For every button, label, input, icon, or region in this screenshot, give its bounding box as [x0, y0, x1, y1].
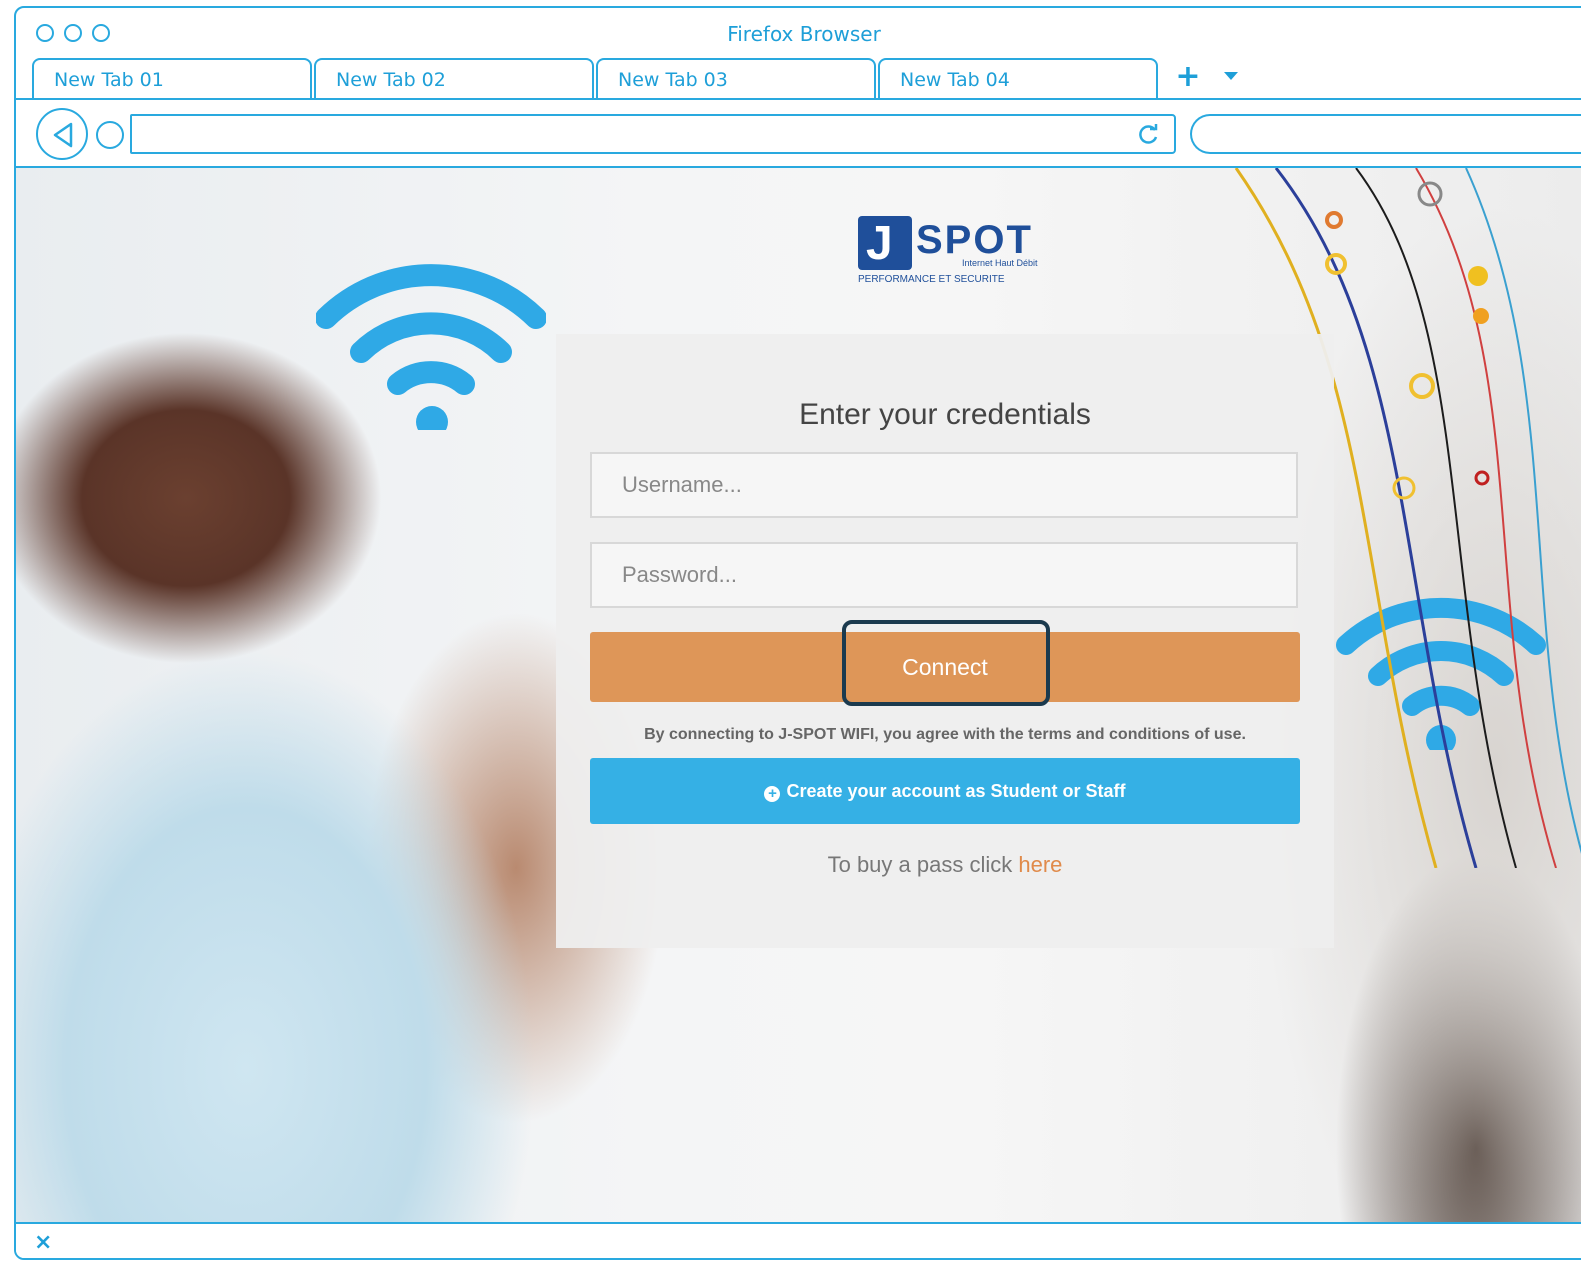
address-bar[interactable]: [130, 114, 1176, 154]
back-arrow-icon: [53, 122, 73, 148]
forward-button[interactable]: [96, 121, 124, 149]
buy-pass-link[interactable]: here: [1018, 852, 1062, 877]
close-icon[interactable]: ×: [34, 1230, 52, 1255]
password-input[interactable]: [590, 542, 1298, 608]
reload-icon[interactable]: [1138, 124, 1160, 146]
wifi-icon-large: [316, 264, 546, 430]
terms-text: By connecting to J-SPOT WIFI, you agree …: [644, 726, 1246, 743]
plus-circle-icon: +: [764, 785, 781, 802]
jspot-logo: J SPOT Internet Haut Débit PERFORMANCE E…: [858, 208, 1038, 292]
login-card: Enter your credentials Connect By connec…: [556, 334, 1334, 948]
login-title: Enter your credentials: [799, 398, 1091, 431]
tab-1[interactable]: New Tab 01: [32, 58, 312, 100]
toolbar-divider: [16, 98, 1581, 100]
logo-letter: J: [866, 217, 893, 270]
buy-pass-text: To buy a pass click here: [556, 852, 1334, 878]
connect-button[interactable]: Connect: [590, 632, 1300, 702]
create-account-label: Create your account as Student or Staff: [786, 780, 1126, 801]
page-viewport: J SPOT Internet Haut Débit PERFORMANCE E…: [16, 168, 1581, 1222]
browser-window: Firefox Browser New Tab 01 New Tab 02 Ne…: [14, 6, 1581, 1260]
logo-tagline-top: Internet Haut Débit: [962, 258, 1038, 268]
new-tab-button[interactable]: +: [1174, 62, 1202, 92]
tab-4[interactable]: New Tab 04: [878, 58, 1158, 98]
search-bar[interactable]: [1190, 114, 1581, 154]
create-account-button[interactable]: + Create your account as Student or Staff: [590, 758, 1300, 824]
status-bar: ×: [16, 1222, 1581, 1258]
tab-strip: New Tab 01 New Tab 02 New Tab 03 New Tab…: [32, 58, 1160, 100]
window-title: Firefox Browser: [727, 22, 881, 46]
tab-2[interactable]: New Tab 02: [314, 58, 594, 98]
back-button[interactable]: [36, 108, 88, 160]
tab-3[interactable]: New Tab 03: [596, 58, 876, 98]
tab-list-dropdown-icon[interactable]: [1224, 72, 1238, 80]
title-bar: Firefox Browser: [16, 8, 1581, 56]
logo-tagline-bottom: PERFORMANCE ET SECURITE: [858, 274, 1005, 285]
buy-pass-label: To buy a pass click: [827, 852, 1019, 877]
username-input[interactable]: [590, 452, 1298, 518]
logo-name: SPOT: [916, 218, 1033, 262]
logo-mark: J: [858, 216, 912, 270]
